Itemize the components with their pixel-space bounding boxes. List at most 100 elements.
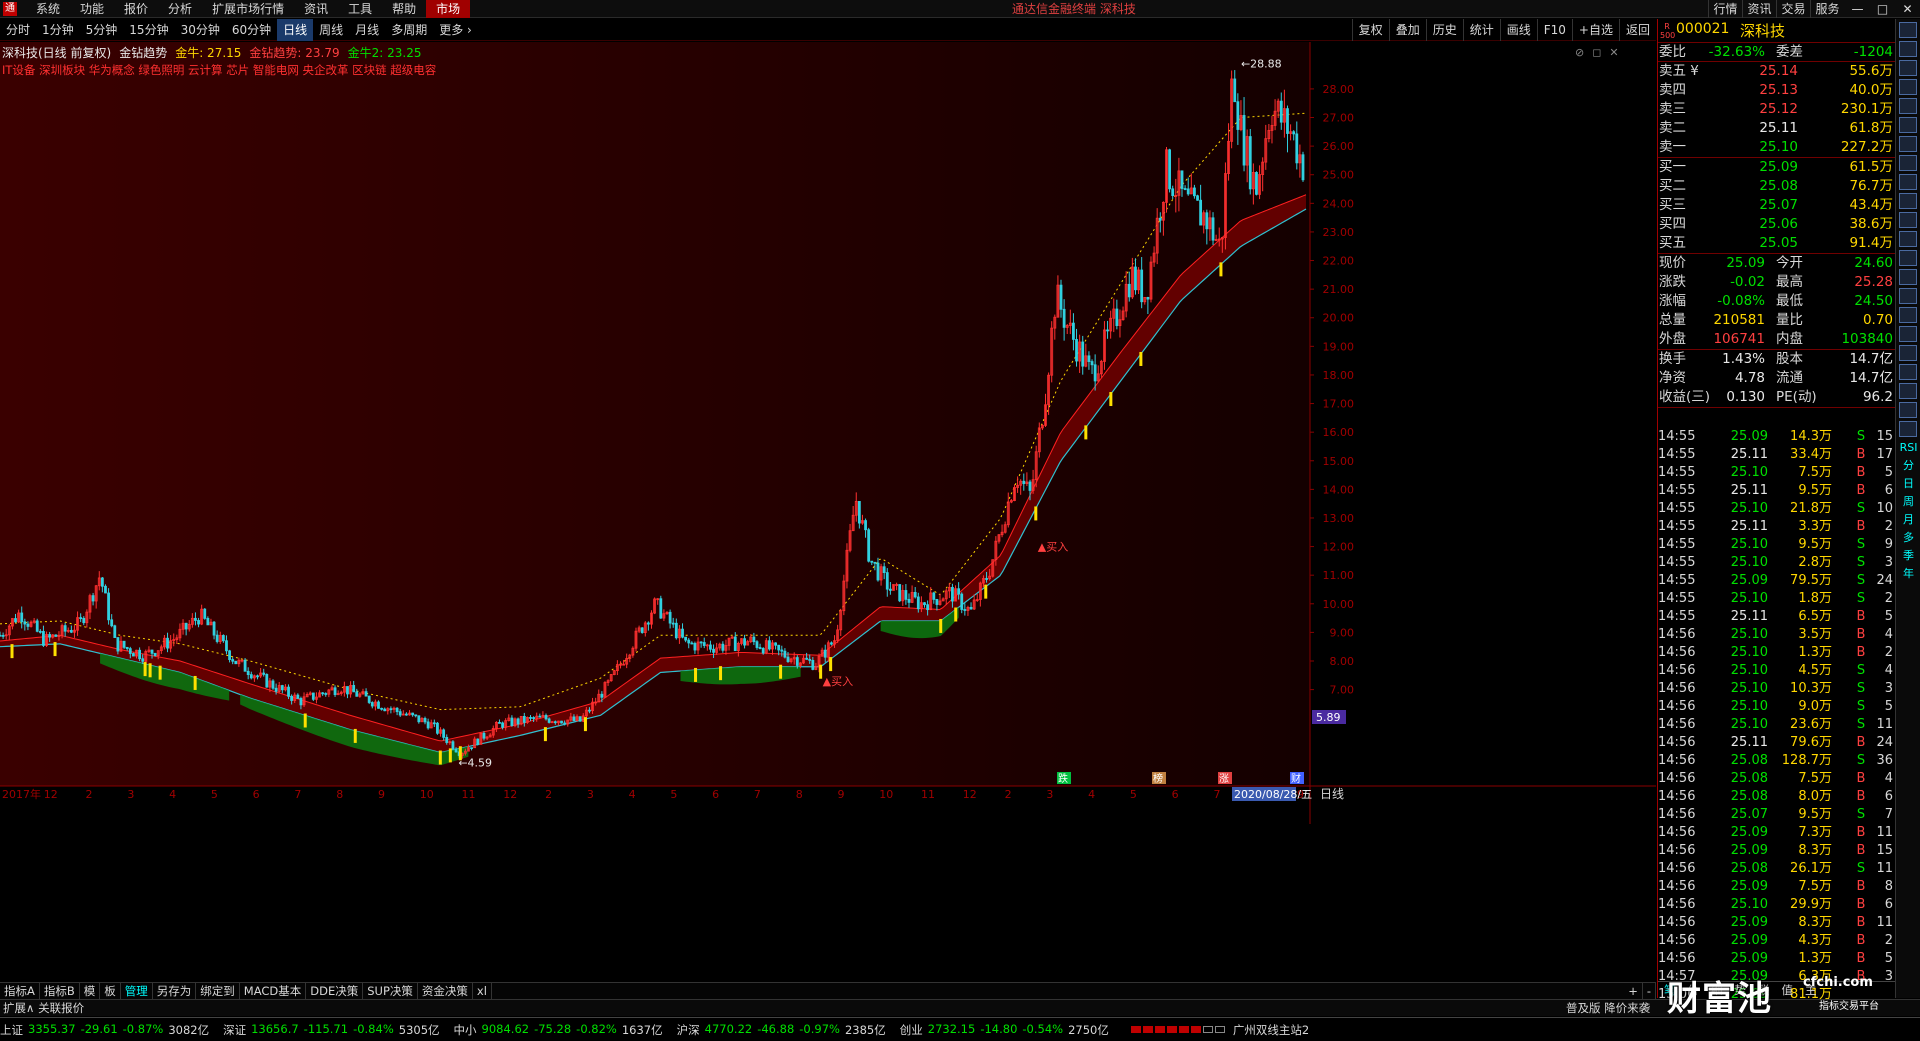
toolbar-period-button[interactable]: 分 [1896, 457, 1920, 475]
toolbar-tool-icon[interactable] [1899, 421, 1917, 437]
toolbar-tool-icon[interactable] [1899, 364, 1917, 380]
period-tab[interactable]: 60分钟 [226, 19, 277, 41]
toolbar-tool-icon[interactable] [1899, 79, 1917, 95]
toolbar-tool-icon[interactable] [1899, 326, 1917, 342]
toolbar-tool-icon[interactable] [1899, 98, 1917, 114]
top-right-menu-item[interactable]: 行情 [1708, 0, 1742, 18]
period-tab[interactable]: 15分钟 [123, 19, 174, 41]
period-tab[interactable]: 1分钟 [36, 19, 80, 41]
kline-chart-svg[interactable]: 28.0027.0026.0025.0024.0023.0022.0021.00… [0, 42, 1656, 982]
tick-price: 25.10 [1730, 537, 1768, 552]
menu-item[interactable]: 报价 [114, 0, 158, 18]
toolbar-period-button[interactable]: 日 [1896, 475, 1920, 493]
concept-tags[interactable]: IT设备 深圳板块 华为概念 绿色照明 云计算 芯片 智能电网 央企改革 区块链… [2, 62, 436, 78]
candle-body [867, 529, 871, 562]
indicator-tab[interactable]: SUP决策 [363, 983, 418, 999]
indicator-tab[interactable]: xl [473, 983, 492, 999]
toolbar-period-button[interactable]: 多 [1896, 529, 1920, 547]
period-tab[interactable]: 月线 [349, 19, 385, 41]
chart-lock-icon[interactable]: ⊘ [1575, 46, 1584, 59]
tool-tab[interactable]: 返回 [1618, 19, 1656, 41]
index-quote[interactable]: 上证 3355.37 -29.61 -0.87% 3082亿 [0, 1022, 209, 1038]
indicator-tab[interactable]: DDE决策 [306, 983, 364, 999]
top-right-menu-item[interactable]: 服务 [1810, 0, 1844, 18]
index-quote[interactable]: 沪深 4770.22 -46.88 -0.97% 2385亿 [677, 1022, 886, 1038]
chart-indicator-name[interactable]: 金钻趋势 [119, 44, 167, 61]
toolbar-tool-icon[interactable] [1899, 212, 1917, 228]
toolbar-tool-icon[interactable] [1899, 288, 1917, 304]
indicator-tab[interactable]: 指标A [0, 983, 40, 999]
indicator-tab[interactable]: 另存为 [153, 983, 197, 999]
menu-item[interactable]: 功能 [70, 0, 114, 18]
indicator-tab[interactable]: 绑定到 [196, 983, 240, 999]
chart-close-icon[interactable]: ✕ [1609, 46, 1618, 59]
toolbar-tool-icon[interactable] [1899, 60, 1917, 76]
indicator-tab[interactable]: MACD基本 [240, 983, 307, 999]
toolbar-tool-icon[interactable] [1899, 41, 1917, 57]
toolbar-period-button[interactable]: 周 [1896, 493, 1920, 511]
menu-item[interactable]: 资讯 [294, 0, 338, 18]
indicator-tab[interactable]: 指标B [40, 983, 80, 999]
tool-tab[interactable]: 画线 [1499, 19, 1537, 41]
chart-maximize-icon[interactable]: ◻ [1592, 46, 1601, 59]
toolbar-tool-icon[interactable] [1899, 22, 1917, 38]
zoom-in-button[interactable]: + [1624, 983, 1643, 999]
top-right-menu-item[interactable]: 交易 [1776, 0, 1810, 18]
toolbar-tool-icon[interactable] [1899, 402, 1917, 418]
tool-tab[interactable]: +自选 [1571, 19, 1619, 41]
minimize-icon[interactable]: — [1845, 0, 1870, 18]
tool-tab[interactable]: 复权 [1351, 19, 1389, 41]
toolbar-period-button[interactable]: 季 [1896, 547, 1920, 565]
toolbar-tool-icon[interactable] [1899, 193, 1917, 209]
toolbar-tool-icon[interactable] [1899, 174, 1917, 190]
zoom-out-button[interactable]: - [1643, 983, 1656, 999]
tool-tab[interactable]: 统计 [1462, 19, 1500, 41]
y-axis-tick-label: 14.00 [1323, 483, 1355, 496]
tool-tab[interactable]: F10 [1536, 19, 1572, 41]
index-quote[interactable]: 深证 13656.7 -115.71 -0.84% 5305亿 [223, 1022, 439, 1038]
maximize-icon[interactable]: □ [1870, 0, 1895, 18]
period-tab[interactable]: 多周期 [385, 19, 433, 41]
tool-tab[interactable]: 历史 [1425, 19, 1463, 41]
promo-text[interactable]: 普及版 降价来袭 [1566, 1000, 1650, 1016]
period-tab[interactable]: 30分钟 [175, 19, 226, 41]
indicator-tab[interactable]: 资金决策 [418, 983, 473, 999]
toolbar-tool-icon[interactable] [1899, 345, 1917, 361]
y-axis-tick-label: 10.00 [1323, 598, 1355, 611]
index-quote[interactable]: 中小 9084.62 -75.28 -0.82% 1637亿 [454, 1022, 663, 1038]
toolbar-tool-icon[interactable] [1899, 383, 1917, 399]
kline-chart[interactable]: 28.00 27.00 26.00 25.00 24.00 23.00 22.00 21.00… [0, 42, 1656, 982]
period-tab[interactable]: 更多 › [433, 19, 478, 41]
toolbar-tool-icon[interactable] [1899, 269, 1917, 285]
menu-item[interactable]: 帮助 [382, 0, 426, 18]
period-tab[interactable]: 周线 [313, 19, 349, 41]
menu-item[interactable]: 分析 [158, 0, 202, 18]
menu-item[interactable]: 系统 [26, 0, 70, 18]
tool-tab[interactable]: 叠加 [1388, 19, 1426, 41]
toolbar-tool-icon[interactable] [1899, 231, 1917, 247]
x-axis-tick-label: 2 [545, 788, 552, 801]
menu-item[interactable]: 市场 [426, 0, 471, 18]
toolbar-tool-icon[interactable] [1899, 136, 1917, 152]
period-tab[interactable]: 5分钟 [80, 19, 124, 41]
toolbar-period-button[interactable]: 年 [1896, 565, 1920, 583]
toolbar-tool-icon[interactable] [1899, 117, 1917, 133]
indicator-tab[interactable]: 管理 [121, 983, 153, 999]
period-tab[interactable]: 日线 [277, 19, 314, 41]
server-connection[interactable]: 广州双线主站2 [1233, 1022, 1309, 1038]
toolbar-tool-icon[interactable] [1899, 155, 1917, 171]
toolbar-tool-icon[interactable] [1899, 250, 1917, 266]
toolbar-tool-icon[interactable] [1899, 307, 1917, 323]
menu-item[interactable]: 工具 [338, 0, 382, 18]
toolbar-period-button[interactable]: RSI [1896, 439, 1920, 457]
top-right-menu-item[interactable]: 资讯 [1742, 0, 1776, 18]
expand-toggle[interactable]: 扩展∧ 关联报价 [3, 1000, 84, 1016]
close-icon[interactable]: ✕ [1895, 0, 1920, 18]
index-quote[interactable]: 创业 2732.15 -14.80 -0.54% 2750亿 [900, 1022, 1109, 1038]
indicator-tab[interactable]: 板 [100, 983, 121, 999]
toolbar-period-button[interactable]: 月 [1896, 511, 1920, 529]
indicator-tab[interactable]: 模 [80, 983, 101, 999]
tick-list[interactable]: 14:55 25.09 14.3万 S 15 14:55 25.11 33.4万 B 17 14:5… [1658, 428, 1895, 1004]
period-tab[interactable]: 分时 [0, 19, 36, 41]
menu-item[interactable]: 扩展市场行情 [202, 0, 294, 18]
